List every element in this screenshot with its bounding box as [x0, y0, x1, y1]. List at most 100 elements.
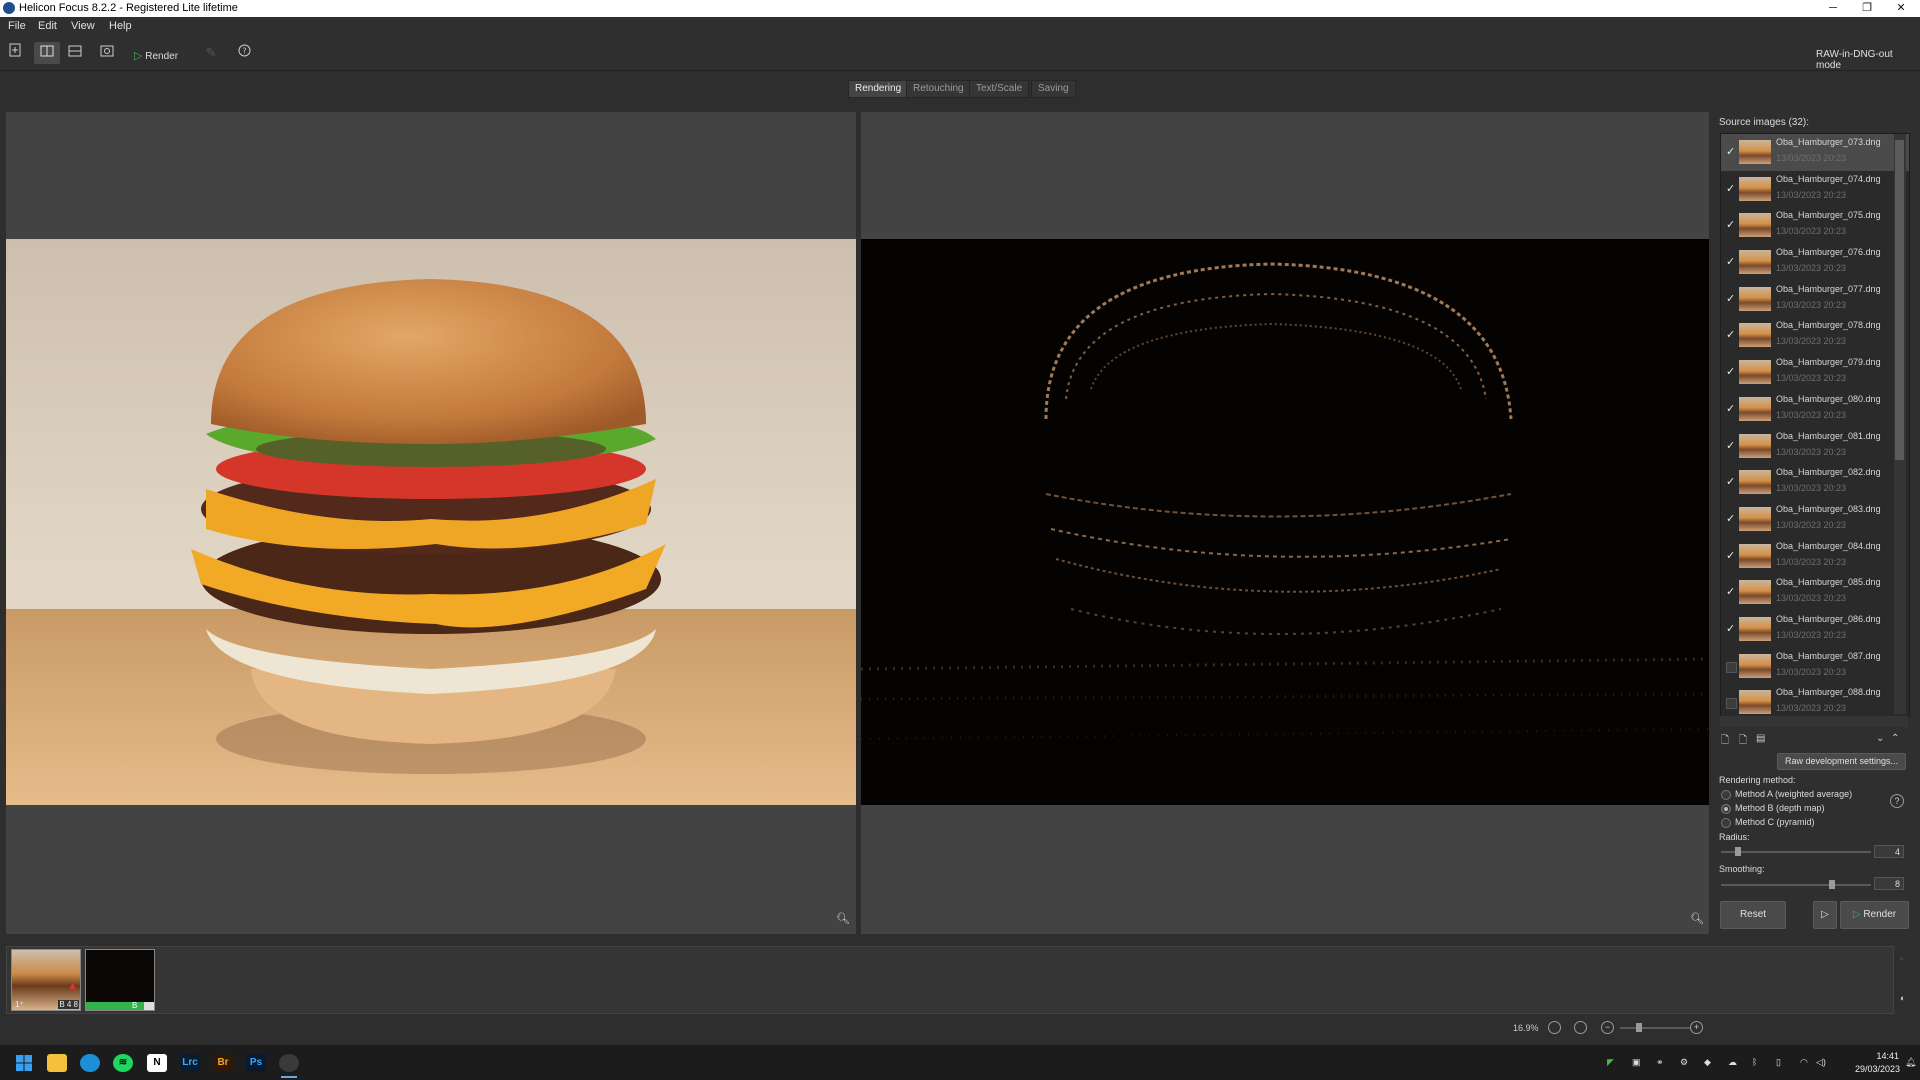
depth-map-pane[interactable]: 🔍︎: [861, 112, 1709, 934]
filmstrip-settings-icon[interactable]: ◐: [1900, 993, 1905, 1003]
checkbox[interactable]: ✓: [1726, 403, 1735, 414]
source-list-item[interactable]: Oba_Hamburger_088.dng 13/03/2023 20:23: [1721, 684, 1909, 716]
source-list-item[interactable]: ✓ Oba_Hamburger_082.dng 13/03/2023 20:23: [1721, 464, 1909, 501]
radio-c-indicator[interactable]: [1721, 818, 1731, 828]
source-image-list[interactable]: ✓ Oba_Hamburger_073.dng 13/03/2023 20:23 ✓ O…: [1720, 133, 1910, 717]
source-list-item[interactable]: ✓ Oba_Hamburger_083.dng 13/03/2023 20:23: [1721, 501, 1909, 538]
panel-render-button[interactable]: ▷ Render: [1840, 901, 1909, 929]
menu-view[interactable]: View: [71, 20, 95, 32]
split-vertical-view-icon[interactable]: [34, 42, 60, 64]
checkbox[interactable]: ✓: [1726, 147, 1735, 158]
checkbox[interactable]: ✓: [1726, 587, 1735, 598]
helicon-icon[interactable]: [279, 1054, 299, 1072]
source-list-item[interactable]: ✓ Oba_Hamburger_084.dng 13/03/2023 20:23: [1721, 538, 1909, 575]
onedrive-icon[interactable]: ☁: [1728, 1057, 1737, 1068]
close-button[interactable]: ✕: [1886, 0, 1916, 17]
zoom-out-icon[interactable]: −: [1601, 1021, 1614, 1034]
smoothing-slider-knob[interactable]: [1829, 880, 1835, 889]
zoom-slider[interactable]: [1620, 1023, 1690, 1032]
source-list-item[interactable]: ✓ Oba_Hamburger_085.dng 13/03/2023 20:23: [1721, 574, 1909, 611]
spotify-icon[interactable]: ≋: [113, 1054, 133, 1072]
checkbox[interactable]: ✓: [1726, 330, 1735, 341]
nvidia-tray-icon[interactable]: ◤: [1607, 1057, 1614, 1068]
tab-rendering[interactable]: Rendering: [848, 80, 909, 98]
windows-start-icon[interactable]: [14, 1054, 34, 1072]
tab-text-scale[interactable]: Text/Scale: [969, 80, 1030, 98]
edge-icon[interactable]: [80, 1054, 100, 1072]
tab-saving[interactable]: Saving: [1031, 80, 1076, 98]
add-images-icon[interactable]: [2, 42, 28, 64]
chevron-down-icon[interactable]: ⌄: [1876, 733, 1884, 744]
brush-icon[interactable]: ✎: [198, 42, 224, 64]
add-file-icon[interactable]: 🗋: [1721, 733, 1729, 750]
horizontal-scrollbar[interactable]: [1720, 716, 1908, 727]
phone-icon[interactable]: ▯: [1776, 1057, 1781, 1068]
radius-slider-knob[interactable]: [1735, 847, 1742, 856]
checkbox[interactable]: ✓: [1726, 623, 1735, 634]
checkbox[interactable]: ✓: [1726, 367, 1735, 378]
source-list-item[interactable]: ✓ Oba_Hamburger_076.dng 13/03/2023 20:23: [1721, 244, 1909, 281]
checkbox[interactable]: [1726, 661, 1737, 673]
menu-file[interactable]: File: [8, 20, 26, 32]
zoom-icon[interactable]: 🔍︎: [1690, 912, 1704, 925]
source-list-item[interactable]: ✓ Oba_Hamburger_086.dng 13/03/2023 20:23: [1721, 611, 1909, 648]
smoothing-spinbox[interactable]: 8: [1874, 877, 1904, 890]
source-list-item[interactable]: Oba_Hamburger_087.dng 13/03/2023 20:23: [1721, 648, 1909, 685]
radio-a-indicator[interactable]: [1721, 790, 1731, 800]
output-thumbnail-1[interactable]: 1⁺ B 4 8 ▲: [11, 949, 81, 1011]
volume-icon[interactable]: ◁): [1816, 1057, 1826, 1068]
raw-development-settings-button[interactable]: Raw development settings...: [1777, 753, 1906, 770]
actual-size-icon[interactable]: [1574, 1021, 1587, 1034]
output-preview-pane[interactable]: 🔍︎: [6, 112, 856, 934]
output-thumbnail-2[interactable]: B: [85, 949, 155, 1011]
source-list-item[interactable]: ✓ Oba_Hamburger_074.dng 13/03/2023 20:23: [1721, 171, 1909, 208]
split-horizontal-view-icon[interactable]: [62, 42, 88, 64]
file-explorer-icon[interactable]: [47, 1054, 67, 1072]
menu-edit[interactable]: Edit: [38, 20, 57, 32]
checkbox[interactable]: ✓: [1726, 440, 1735, 451]
checkbox[interactable]: ✓: [1726, 513, 1735, 524]
link-tray-icon[interactable]: ⚭: [1656, 1057, 1664, 1068]
scrollbar-thumb[interactable]: [1895, 140, 1904, 460]
reset-button[interactable]: Reset: [1720, 901, 1786, 929]
gear-tray-icon[interactable]: ⚙: [1680, 1057, 1688, 1068]
checkbox[interactable]: ✓: [1726, 477, 1735, 488]
clock-date[interactable]: 29/03/2023: [1855, 1064, 1900, 1074]
photoshop-icon[interactable]: Ps: [246, 1054, 266, 1072]
tab-retouching[interactable]: Retouching: [906, 80, 971, 98]
tray-app-icon[interactable]: ▣: [1632, 1057, 1641, 1068]
checkbox[interactable]: [1726, 698, 1737, 710]
fit-zoom-icon[interactable]: [1548, 1021, 1561, 1034]
radius-slider[interactable]: [1721, 847, 1871, 856]
radius-spinbox[interactable]: 4: [1874, 845, 1904, 858]
filmstrip-pin-icon[interactable]: ▫: [1900, 953, 1903, 963]
notion-icon[interactable]: N: [147, 1054, 167, 1072]
source-list-item[interactable]: ✓ Oba_Hamburger_073.dng 13/03/2023 20:23: [1721, 134, 1909, 171]
radio-b-indicator[interactable]: [1721, 804, 1731, 814]
remove-file-icon[interactable]: 🗋: [1739, 733, 1747, 750]
menu-help[interactable]: Help: [109, 20, 132, 32]
clock-time[interactable]: 14:41: [1861, 1051, 1899, 1061]
bridge-icon[interactable]: Br: [213, 1054, 233, 1072]
wifi-icon[interactable]: ◠: [1800, 1057, 1808, 1068]
chevron-up-icon[interactable]: ⌃: [1891, 733, 1899, 744]
zoom-icon[interactable]: 🔍︎: [836, 912, 850, 925]
checkbox[interactable]: ✓: [1726, 220, 1735, 231]
list-scrollbar[interactable]: [1894, 134, 1906, 714]
zoom-slider-knob[interactable]: [1636, 1023, 1642, 1032]
source-list-item[interactable]: ✓ Oba_Hamburger_081.dng 13/03/2023 20:23: [1721, 428, 1909, 465]
source-list-item[interactable]: ✓ Oba_Hamburger_080.dng 13/03/2023 20:23: [1721, 391, 1909, 428]
security-tray-icon[interactable]: ◆: [1704, 1057, 1711, 1068]
checkbox[interactable]: ✓: [1726, 183, 1735, 194]
bluetooth-icon[interactable]: ᛒ: [1752, 1057, 1757, 1067]
method-help-icon[interactable]: ?: [1890, 794, 1904, 808]
zoom-in-icon[interactable]: +: [1690, 1021, 1703, 1034]
folder-icon[interactable]: ▤: [1756, 733, 1765, 744]
source-list-item[interactable]: ✓ Oba_Hamburger_079.dng 13/03/2023 20:23: [1721, 354, 1909, 391]
source-list-item[interactable]: ✓ Oba_Hamburger_075.dng 13/03/2023 20:23: [1721, 207, 1909, 244]
single-view-icon[interactable]: [94, 42, 120, 64]
source-list-item[interactable]: ✓ Oba_Hamburger_077.dng 13/03/2023 20:23: [1721, 281, 1909, 318]
checkbox[interactable]: ✓: [1726, 257, 1735, 268]
lightroom-icon[interactable]: Lrc: [180, 1054, 200, 1072]
render-button[interactable]: ▷ Render: [134, 49, 194, 65]
